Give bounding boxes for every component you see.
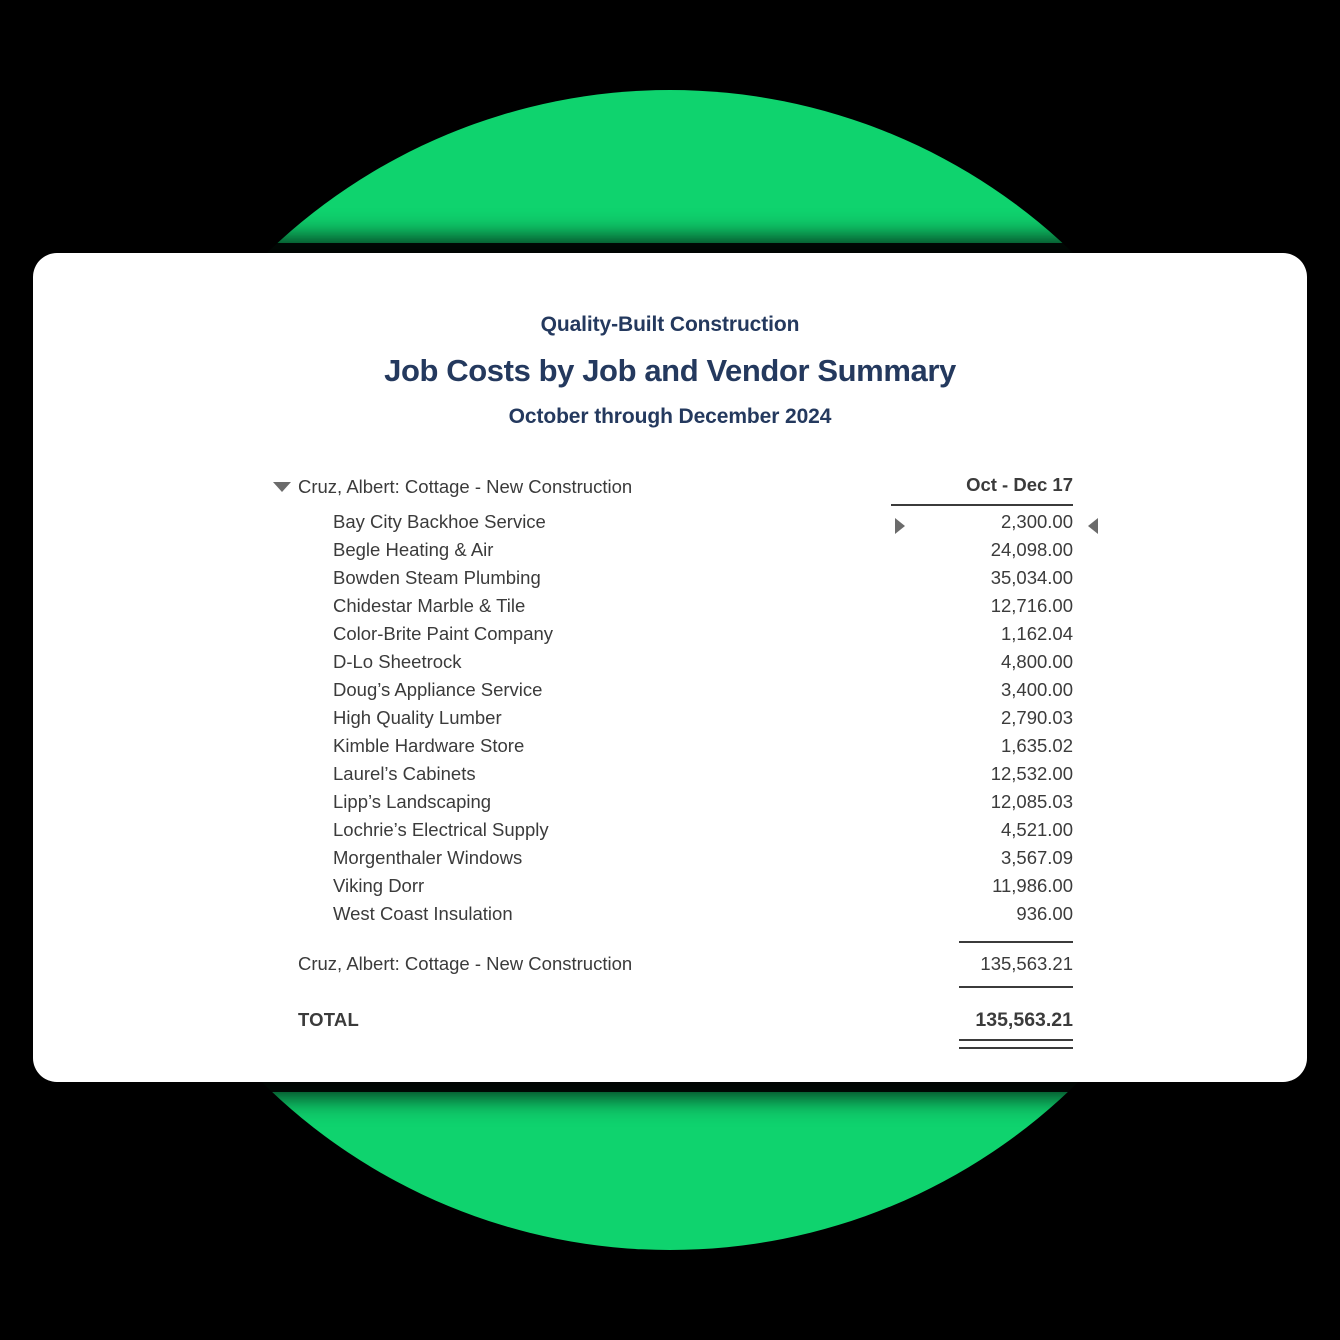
vendor-amount[interactable]: 1,162.04 xyxy=(959,623,1073,645)
vendor-name: High Quality Lumber xyxy=(333,707,502,728)
total-label: TOTAL xyxy=(298,1009,359,1030)
column-header: Oct - Dec 17 xyxy=(966,474,1073,495)
vendor-name: Bay City Backhoe Service xyxy=(333,511,546,532)
report-period: October through December 2024 xyxy=(508,405,832,428)
vendor-name: Lochrie’s Electrical Supply xyxy=(333,819,549,840)
vendor-name: D-Lo Sheetrock xyxy=(333,651,462,672)
vendor-name: Viking Dorr xyxy=(333,875,425,896)
table-row[interactable]: Kimble Hardware Store 1,635.02 xyxy=(267,735,1073,763)
section-header-label-cell[interactable]: Cruz, Albert: Cottage - New Construction xyxy=(267,476,959,498)
table-row[interactable]: Chidestar Marble & Tile 12,716.00 xyxy=(267,595,1073,623)
report-table: Cruz, Albert: Cottage - New Construction… xyxy=(267,470,1098,1049)
table-row[interactable]: Viking Dorr 11,986.00 xyxy=(267,875,1073,903)
total-amount: 135,563.21 xyxy=(975,1009,1073,1031)
report-card: Quality-Built Construction Job Costs by … xyxy=(33,253,1307,1082)
table-row[interactable]: High Quality Lumber 2,790.03 xyxy=(267,707,1073,735)
table-row[interactable]: Color-Brite Paint Company 1,162.04 xyxy=(267,623,1073,651)
subtotal-label: Cruz, Albert: Cottage - New Construction xyxy=(298,953,633,974)
vendor-name: Lipp’s Landscaping xyxy=(333,791,492,812)
subtotal-row: Cruz, Albert: Cottage - New Construction… xyxy=(267,941,1073,988)
triangle-right-icon[interactable] xyxy=(895,518,905,534)
total-double-rule xyxy=(959,1039,1073,1049)
total-row: TOTAL 135,563.21 xyxy=(267,1009,1073,1049)
vendor-amount[interactable]: 11,986.00 xyxy=(959,875,1073,897)
report-header: Quality-Built Construction Job Costs by … xyxy=(33,253,1307,427)
section-header-row[interactable]: Cruz, Albert: Cottage - New Construction… xyxy=(267,470,1073,506)
table-row[interactable]: Lipp’s Landscaping 12,085.03 xyxy=(267,791,1073,819)
section-name: Cruz, Albert: Cottage - New Construction xyxy=(298,476,633,497)
table-row[interactable]: Lochrie’s Electrical Supply 4,521.00 xyxy=(267,819,1073,847)
table-row[interactable]: West Coast Insulation 936.00 xyxy=(267,903,1073,931)
company-name: Quality-Built Construction xyxy=(540,313,800,336)
table-row[interactable]: Begle Heating & Air 24,098.00 xyxy=(267,539,1073,567)
vendor-amount[interactable]: 2,300.00 xyxy=(959,511,1073,533)
triangle-down-icon[interactable] xyxy=(273,482,291,492)
vendor-rows: Bay City Backhoe Service 2,300.00 Begle … xyxy=(267,511,1098,931)
vendor-name: Doug’s Appliance Service xyxy=(333,679,543,700)
vendor-name: West Coast Insulation xyxy=(333,903,513,924)
vendor-name: Kimble Hardware Store xyxy=(333,735,525,756)
vendor-name: Begle Heating & Air xyxy=(333,539,494,560)
vendor-amount[interactable]: 4,521.00 xyxy=(959,819,1073,841)
subtotal-rule-above xyxy=(959,941,1073,943)
table-row[interactable]: Laurel’s Cabinets 12,532.00 xyxy=(267,763,1073,791)
vendor-amount[interactable]: 35,034.00 xyxy=(959,567,1073,589)
vendor-amount[interactable]: 936.00 xyxy=(959,903,1073,925)
table-row[interactable]: Bay City Backhoe Service 2,300.00 xyxy=(267,511,1098,539)
table-row[interactable]: Doug’s Appliance Service 3,400.00 xyxy=(267,679,1073,707)
vendor-name: Laurel’s Cabinets xyxy=(333,763,476,784)
vendor-amount[interactable]: 3,567.09 xyxy=(959,847,1073,869)
header-rule xyxy=(891,504,1073,506)
table-row[interactable]: Morgenthaler Windows 3,567.09 xyxy=(267,847,1073,875)
vendor-name: Bowden Steam Plumbing xyxy=(333,567,541,588)
report-title: Job Costs by Job and Vendor Summary xyxy=(384,353,956,388)
table-row[interactable]: D-Lo Sheetrock 4,800.00 xyxy=(267,651,1073,679)
vendor-amount[interactable]: 4,800.00 xyxy=(959,651,1073,673)
vendor-amount[interactable]: 12,716.00 xyxy=(959,595,1073,617)
vendor-name: Chidestar Marble & Tile xyxy=(333,595,526,616)
subtotal-rule-below xyxy=(959,986,1073,988)
table-row[interactable]: Bowden Steam Plumbing 35,034.00 xyxy=(267,567,1073,595)
subtotal-amount: 135,563.21 xyxy=(980,953,1073,974)
triangle-left-icon[interactable] xyxy=(1088,518,1098,534)
vendor-name: Morgenthaler Windows xyxy=(333,847,523,868)
vendor-amount[interactable]: 1,635.02 xyxy=(959,735,1073,757)
vendor-amount[interactable]: 12,532.00 xyxy=(959,763,1073,785)
vendor-amount[interactable]: 12,085.03 xyxy=(959,791,1073,813)
vendor-amount[interactable]: 2,790.03 xyxy=(959,707,1073,729)
vendor-amount[interactable]: 3,400.00 xyxy=(959,679,1073,701)
vendor-name: Color-Brite Paint Company xyxy=(333,623,554,644)
vendor-amount[interactable]: 24,098.00 xyxy=(959,539,1073,561)
